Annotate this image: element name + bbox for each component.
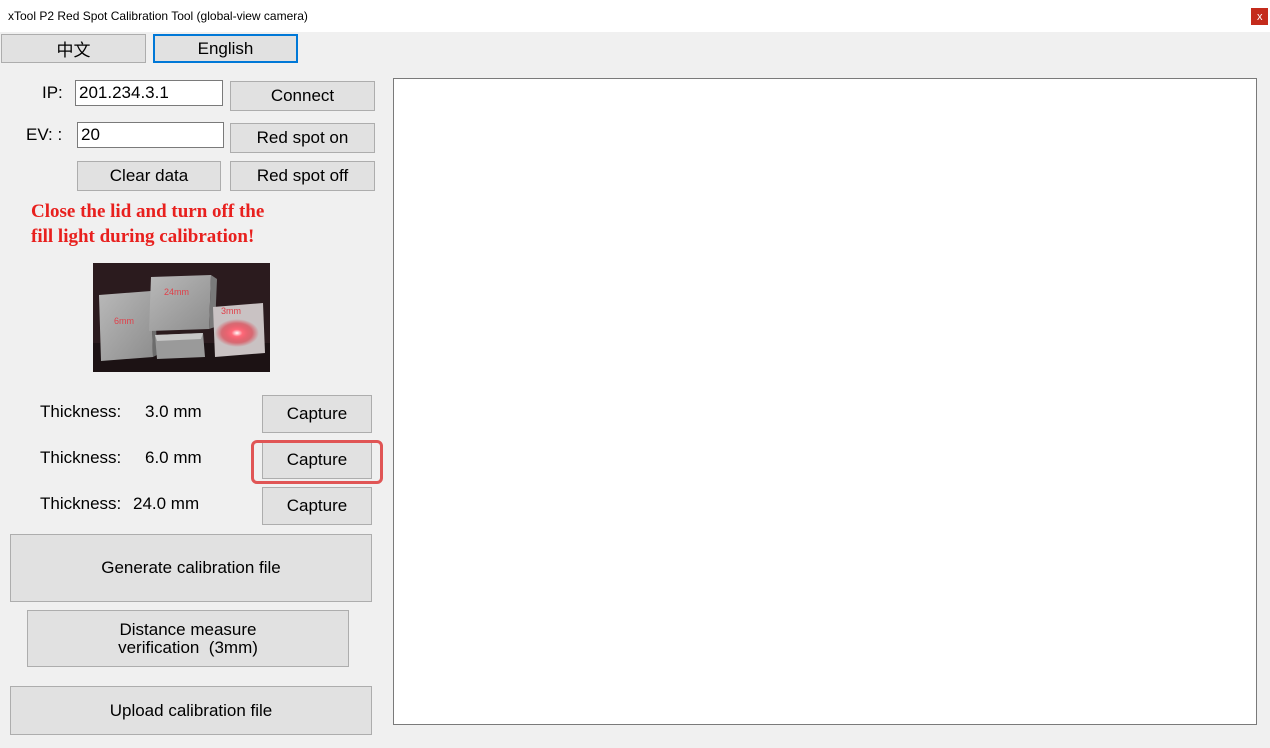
- thickness-label-24mm: Thickness:: [40, 494, 122, 513]
- photo-label-6mm: 6mm: [114, 316, 134, 326]
- language-chinese-button[interactable]: 中文: [1, 34, 146, 63]
- warning-line-1: Close the lid and turn off the: [31, 201, 265, 222]
- thickness-label-6mm: Thickness:: [40, 448, 122, 467]
- camera-preview-canvas[interactable]: [393, 78, 1257, 725]
- thickness-value-24mm: 24.0 mm: [133, 494, 200, 513]
- ip-label: IP:: [42, 83, 63, 102]
- thickness-label-3mm: Thickness:: [40, 402, 122, 421]
- close-button[interactable]: x: [1251, 8, 1268, 25]
- warning-line-2: fill light during calibration!: [31, 226, 255, 247]
- distance-measure-verification-button[interactable]: Distance measure verification (3mm): [27, 610, 349, 667]
- thickness-value-6mm: 6.0 mm: [145, 448, 202, 467]
- connect-button[interactable]: Connect: [230, 81, 375, 111]
- red-spot-off-button[interactable]: Red spot off: [230, 161, 375, 191]
- photo-label-24mm: 24mm: [164, 287, 190, 297]
- generate-calibration-file-button[interactable]: Generate calibration file: [10, 534, 372, 602]
- capture-24mm-button[interactable]: Capture: [262, 487, 372, 525]
- reference-photo: 24mm 6mm 3mm: [93, 263, 270, 372]
- capture-6mm-highlight: [251, 440, 383, 484]
- distance-measure-line-1: Distance measure: [119, 619, 257, 639]
- upload-calibration-file-button[interactable]: Upload calibration file: [10, 686, 372, 735]
- ev-input[interactable]: [77, 122, 224, 148]
- language-english-button[interactable]: English: [153, 34, 298, 63]
- photo-label-3mm: 3mm: [221, 306, 241, 316]
- red-spot-on-button[interactable]: Red spot on: [230, 123, 375, 153]
- thickness-value-3mm: 3.0 mm: [145, 402, 202, 421]
- calibration-warning: Close the lid and turn off the fill ligh…: [31, 199, 331, 249]
- capture-3mm-button[interactable]: Capture: [262, 395, 372, 433]
- ev-label: EV: :: [26, 125, 63, 144]
- window-title: xTool P2 Red Spot Calibration Tool (glob…: [8, 9, 308, 23]
- clear-data-button[interactable]: Clear data: [77, 161, 221, 191]
- ip-input[interactable]: [75, 80, 223, 106]
- distance-measure-line-2: verification (3mm): [118, 637, 258, 657]
